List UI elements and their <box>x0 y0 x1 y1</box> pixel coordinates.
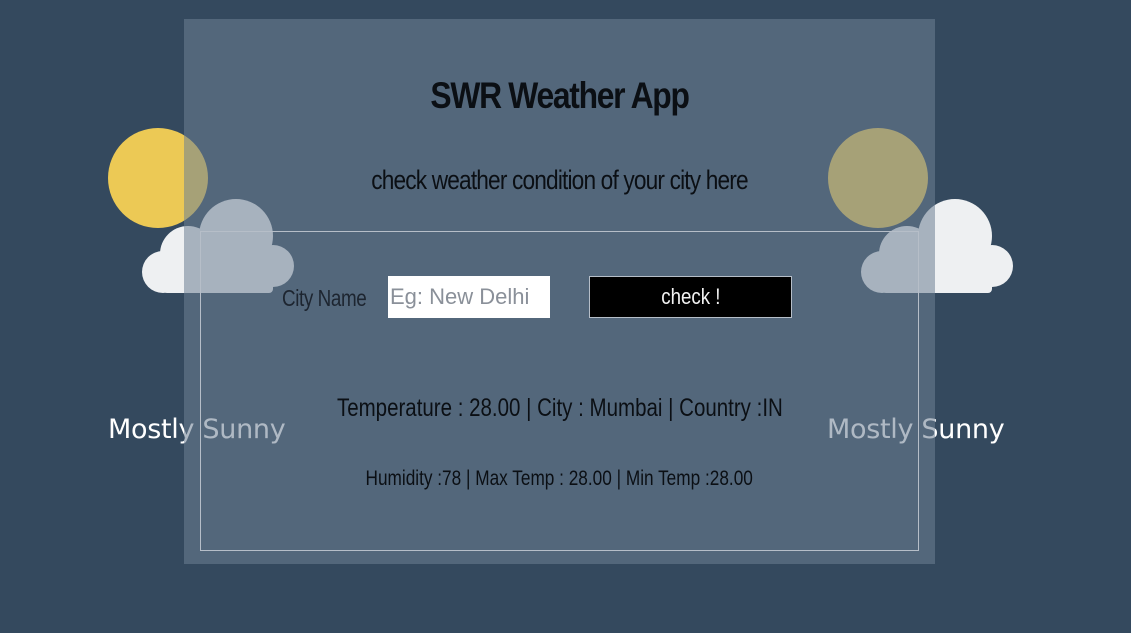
weather-result-details: Humidity :78 | Max Temp : 28.00 | Min Te… <box>184 464 935 494</box>
weather-result-main-text: Temperature : 28.00 | City : Mumbai | Co… <box>336 394 783 422</box>
weather-result-details-text: Humidity :78 | Max Temp : 28.00 | Min Te… <box>365 467 754 490</box>
city-name-input[interactable] <box>388 276 550 318</box>
page-title: SWR Weather App <box>430 75 690 116</box>
weather-result-main: Temperature : 28.00 | City : Mumbai | Co… <box>184 388 935 428</box>
check-button[interactable]: check ! <box>589 276 792 318</box>
page-subtitle: check weather condition of your city her… <box>371 165 748 195</box>
check-button-label: check ! <box>660 284 721 309</box>
city-name-label: City Name <box>282 285 367 311</box>
